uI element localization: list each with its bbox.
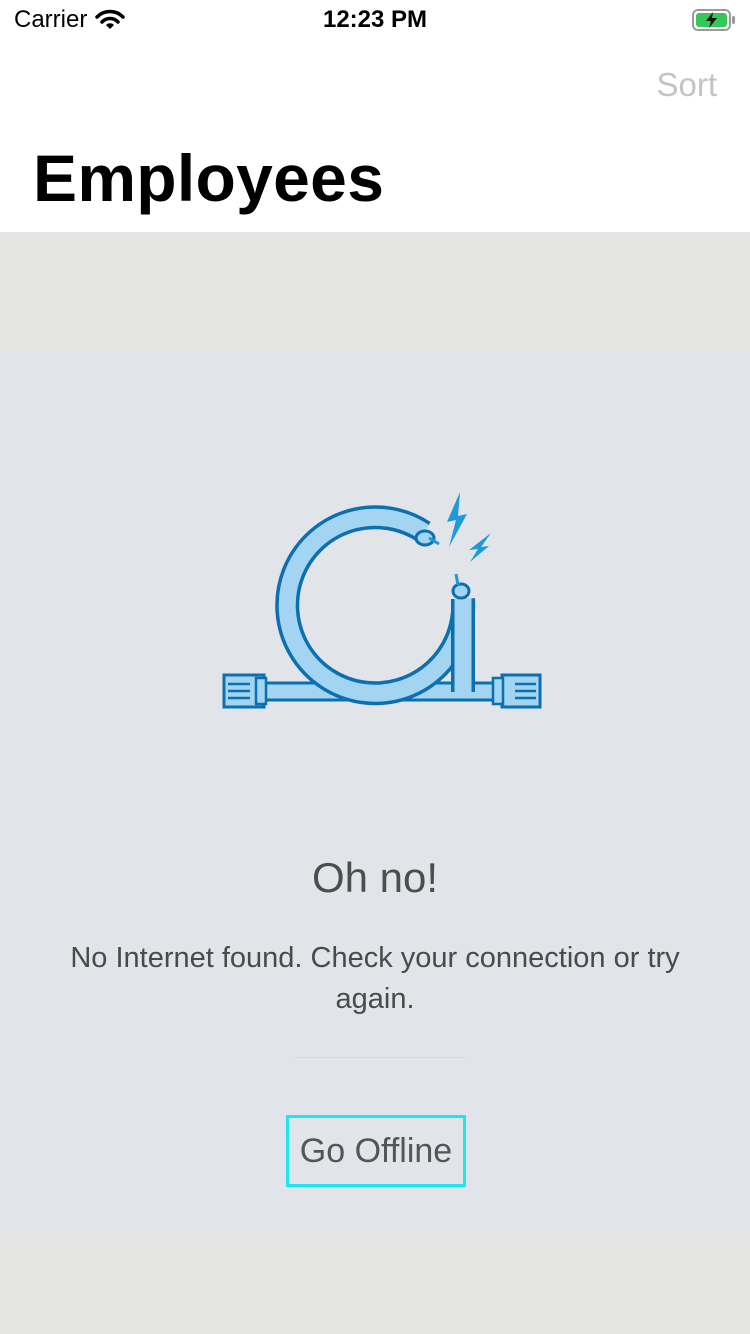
divider (295, 1057, 465, 1058)
header-spacer (0, 232, 750, 352)
status-time: 12:23 PM (322, 6, 428, 33)
battery-charging-icon (692, 9, 735, 31)
broken-cable-icon (222, 492, 542, 709)
page-title: Employees (33, 141, 385, 215)
navigation-bar: Sort Employees (0, 40, 750, 232)
no-internet-panel: Oh no! No Internet found. Check your con… (0, 352, 750, 1334)
error-message: No Internet found. Check your connection… (70, 942, 680, 1015)
employees-screen: Carrier 12:23 PM Sort Employees Oh no! N… (0, 0, 750, 1334)
status-bar: Carrier 12:23 PM (0, 0, 750, 40)
error-title: Oh no! (311, 854, 439, 901)
go-offline-button[interactable]: Go Offline (286, 1115, 466, 1187)
sort-button[interactable]: Sort (656, 66, 717, 104)
bottom-strip (0, 1234, 750, 1334)
